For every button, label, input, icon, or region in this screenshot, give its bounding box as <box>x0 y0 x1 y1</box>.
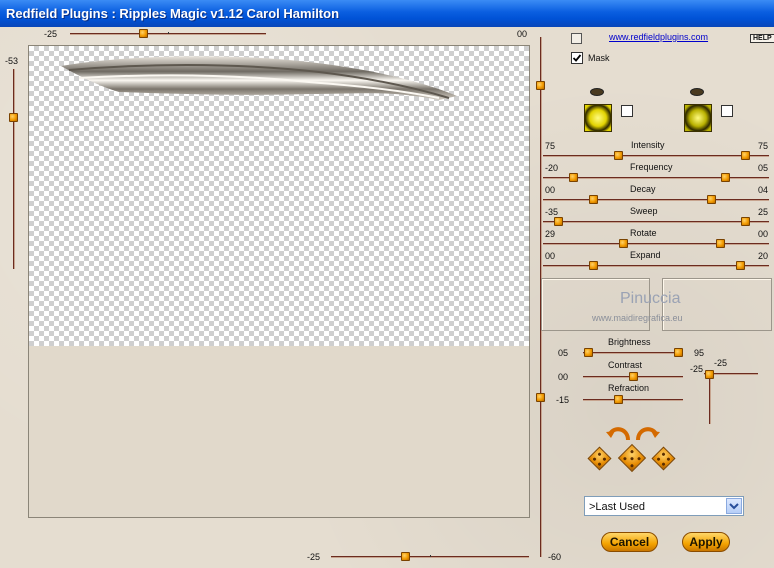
contrast-slider-thumb[interactable] <box>629 372 638 381</box>
preview-right-slider-thumb-top[interactable] <box>536 81 545 90</box>
ripple-preview-image <box>61 56 457 100</box>
randomize-small-right-icon[interactable] <box>651 446 676 471</box>
brightness-right-value: 95 <box>694 348 705 358</box>
rotate-slider-thumb-right[interactable] <box>716 239 725 248</box>
decay-right-value: 04 <box>758 185 769 195</box>
expand-left-value: 00 <box>545 251 556 261</box>
sweep-label: Sweep <box>630 206 658 216</box>
rotate-right-value: 00 <box>758 229 769 239</box>
frequency-slider-thumb-left[interactable] <box>569 173 578 182</box>
preview-top-slider-min: -25 <box>44 29 58 39</box>
frequency-left-value: -20 <box>545 163 559 173</box>
intensity-slider-thumb-right[interactable] <box>741 151 750 160</box>
sweep-slider-track[interactable] <box>543 221 769 223</box>
rotate-label: Rotate <box>630 228 657 238</box>
slider-tick <box>168 32 169 34</box>
swirl-pattern-icon-left[interactable] <box>584 104 612 132</box>
sweep-left-value: -35 <box>545 207 559 217</box>
rotate-slider-thumb-left[interactable] <box>619 239 628 248</box>
refraction-slider-thumb[interactable] <box>614 395 623 404</box>
cancel-button[interactable]: Cancel <box>601 532 658 552</box>
window-title: Redfield Plugins : Ripples Magic v1.12 C… <box>6 6 340 21</box>
preview-left-slider-thumb[interactable] <box>9 113 18 122</box>
intensity-slider-track[interactable] <box>543 155 769 157</box>
watermark-site: www.maidiregrafica.eu <box>592 313 683 323</box>
brightness-label: Brightness <box>608 337 651 347</box>
undo-redo-arrows <box>606 427 660 441</box>
intensity-slider-thumb-left[interactable] <box>614 151 623 160</box>
sweep-slider-thumb-right[interactable] <box>741 217 750 226</box>
decay-slider-thumb-left[interactable] <box>589 195 598 204</box>
apply-button[interactable]: Apply <box>682 532 730 552</box>
preview-right-slider-value: -60 <box>548 552 562 562</box>
frequency-label: Frequency <box>630 162 673 172</box>
chevron-down-icon <box>729 503 739 510</box>
swirl-pattern-icon-right[interactable] <box>684 104 712 132</box>
randomize-all-icon[interactable] <box>617 443 647 473</box>
preview-top-slider-thumb[interactable] <box>139 29 148 38</box>
brightness-slider-track[interactable] <box>583 352 683 354</box>
checkmark-icon <box>572 54 582 62</box>
preview-bottom-slider-min: -25 <box>307 552 321 562</box>
expand-label: Expand <box>630 250 661 260</box>
preview-canvas[interactable] <box>28 45 530 518</box>
decay-slider-track[interactable] <box>543 199 769 201</box>
expand-right-value: 20 <box>758 251 769 261</box>
decay-slider-thumb-right[interactable] <box>707 195 716 204</box>
sweep-right-value: 25 <box>758 207 769 217</box>
brightness-slider-thumb-right[interactable] <box>674 348 683 357</box>
light-vertical-value: -25 <box>714 358 728 368</box>
broken-image-icon[interactable] <box>571 33 582 44</box>
refraction-slider-track[interactable] <box>583 399 683 401</box>
contrast-label: Contrast <box>608 360 643 370</box>
dialog-client: -25 00 -53 -25 -60 www.redfieldplugins.c… <box>0 27 774 568</box>
preview-left-slider-value: -53 <box>5 56 19 66</box>
eye-icon-right <box>690 88 704 96</box>
decay-left-value: 00 <box>545 185 556 195</box>
randomize-small-left-icon[interactable] <box>587 446 612 471</box>
sweep-slider-thumb-left[interactable] <box>554 217 563 226</box>
preview-right-slider-thumb-bottom[interactable] <box>536 393 545 402</box>
brightness-left-value: 05 <box>558 348 569 358</box>
intensity-left-value: 75 <box>545 141 556 151</box>
light-horizontal-value: -25 <box>690 364 704 374</box>
expand-slider-thumb-left[interactable] <box>589 261 598 270</box>
expand-slider-thumb-right[interactable] <box>736 261 745 270</box>
dropdown-arrow-button[interactable] <box>726 498 742 514</box>
frequency-right-value: 05 <box>758 163 769 173</box>
refraction-label: Refraction <box>608 383 650 393</box>
website-link[interactable]: www.redfieldplugins.com <box>609 32 708 42</box>
watermark-name: Pinuccia <box>620 290 681 307</box>
eye-icon-left <box>590 88 604 96</box>
pattern-left-checkbox[interactable] <box>621 105 633 117</box>
contrast-value: 00 <box>558 372 569 382</box>
rotate-left-value: 29 <box>545 229 556 239</box>
decay-label: Decay <box>630 184 656 194</box>
mask-label: Mask <box>588 53 610 63</box>
preset-dropdown[interactable]: >Last Used <box>584 496 744 516</box>
preview-top-slider-max: 00 <box>517 29 528 39</box>
pattern-right-checkbox[interactable] <box>721 105 733 117</box>
mask-checkbox[interactable] <box>571 52 583 64</box>
help-button[interactable]: HELP <box>750 34 774 43</box>
brightness-slider-thumb-left[interactable] <box>584 348 593 357</box>
intensity-right-value: 75 <box>758 141 769 151</box>
refraction-value: -15 <box>556 395 570 405</box>
slider-tick <box>430 555 431 557</box>
preview-bottom-slider-thumb[interactable] <box>401 552 410 561</box>
intensity-label: Intensity <box>631 140 665 150</box>
preset-selected-value: >Last Used <box>589 501 645 513</box>
light-position-thumb[interactable] <box>705 370 714 379</box>
preview-left-slider-track[interactable] <box>13 69 15 269</box>
title-bar: Redfield Plugins : Ripples Magic v1.12 C… <box>0 0 774 27</box>
rotate-slider-track[interactable] <box>543 243 769 245</box>
frequency-slider-thumb-right[interactable] <box>721 173 730 182</box>
light-vertical-track[interactable] <box>709 372 711 424</box>
